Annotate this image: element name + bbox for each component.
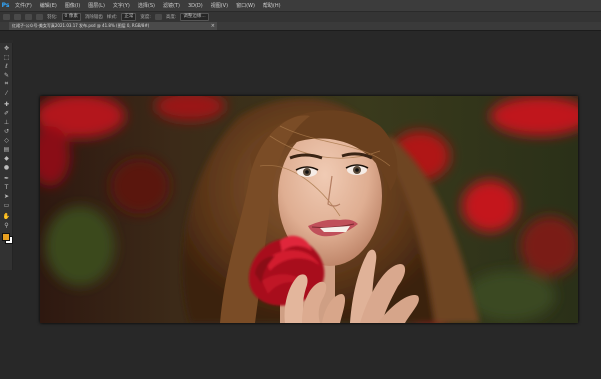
menu-edit[interactable]: 编辑(E) xyxy=(36,2,61,9)
lasso-tool-icon[interactable]: ℓ xyxy=(3,63,10,70)
photoshop-logo-icon: Ps xyxy=(0,0,11,11)
marquee-tool-icon[interactable]: ⬚ xyxy=(3,54,10,61)
type-tool-icon[interactable]: T xyxy=(3,184,10,191)
tool-preset-icon[interactable] xyxy=(3,14,10,20)
menu-3d[interactable]: 3D(D) xyxy=(184,3,207,9)
style-label: 样式: xyxy=(106,15,118,20)
menu-help[interactable]: 帮助(H) xyxy=(259,2,285,9)
close-tab-icon[interactable]: × xyxy=(211,22,215,30)
dodge-tool-icon[interactable]: ● xyxy=(3,164,10,171)
eraser-tool-icon[interactable]: ◇ xyxy=(3,137,10,144)
shape-tool-icon[interactable]: ▭ xyxy=(3,202,10,209)
antialias-checkbox[interactable]: 消除锯齿 xyxy=(85,14,103,20)
menu-window[interactable]: 窗口(W) xyxy=(232,2,259,9)
swap-dimensions-icon[interactable] xyxy=(154,14,162,20)
brush-tool-icon[interactable]: ✐ xyxy=(3,110,10,117)
new-selection-icon[interactable] xyxy=(14,14,21,20)
menu-layer[interactable]: 图层(L) xyxy=(84,2,109,9)
document-canvas[interactable] xyxy=(40,96,578,323)
tools-panel-grip[interactable] xyxy=(0,40,13,43)
history-brush-icon[interactable]: ↺ xyxy=(3,128,10,135)
quick-select-icon[interactable]: ✎ xyxy=(3,72,10,79)
menu-bar: Ps 文件(F) 编辑(E) 图像(I) 图层(L) 文字(Y) 选择(S) 滤… xyxy=(0,0,601,11)
pen-tool-icon[interactable]: ✒ xyxy=(3,175,10,182)
document-tab-title: 红裙子-公众号-美女写真2021.03.17 发布.psd @ 41.8% (图… xyxy=(12,23,150,28)
foreground-color-swatch[interactable] xyxy=(2,233,10,241)
menu-image[interactable]: 图像(I) xyxy=(61,2,84,9)
crop-tool-icon[interactable]: ⌗ xyxy=(3,80,10,87)
add-selection-icon[interactable] xyxy=(25,14,32,20)
zoom-tool-icon[interactable]: ⚲ xyxy=(3,222,10,229)
menu-select[interactable]: 选择(S) xyxy=(134,2,159,9)
clone-stamp-icon[interactable]: ⊥ xyxy=(3,119,10,126)
document-tab-bar: 红裙子-公众号-美女写真2021.03.17 发布.psd @ 41.8% (图… xyxy=(0,22,601,31)
options-bar: 羽化: 0 像素 消除锯齿 样式: 正常 宽度: 高度: 调整边缘... xyxy=(0,11,601,22)
healing-brush-icon[interactable]: ✚ xyxy=(3,101,10,108)
document-tab[interactable]: 红裙子-公众号-美女写真2021.03.17 发布.psd @ 41.8% (图… xyxy=(9,22,217,30)
menu-view[interactable]: 视图(V) xyxy=(207,2,232,9)
hand-tool-icon[interactable]: ✋ xyxy=(3,213,10,220)
tools-panel: ✥ ⬚ ℓ ✎ ⌗ ⁄ ✚ ✐ ⊥ ↺ ◇ ▤ ◆ ● ✒ T ➤ ▭ ✋ ⚲ xyxy=(0,40,13,270)
menu-file[interactable]: 文件(F) xyxy=(11,2,36,9)
refine-edge-button[interactable]: 调整边缘... xyxy=(180,13,209,21)
menu-type[interactable]: 文字(Y) xyxy=(109,2,134,9)
height-label: 高度: xyxy=(165,15,177,20)
style-select[interactable]: 正常 xyxy=(121,13,137,21)
photo-image xyxy=(40,96,578,323)
subtract-selection-icon[interactable] xyxy=(36,14,43,20)
move-tool-icon[interactable]: ✥ xyxy=(3,45,10,52)
menu-filter[interactable]: 滤镜(T) xyxy=(159,2,184,9)
feather-label: 羽化: xyxy=(47,15,58,20)
eyedropper-icon[interactable]: ⁄ xyxy=(3,90,10,97)
feather-input[interactable]: 0 像素 xyxy=(61,13,81,21)
blur-tool-icon[interactable]: ◆ xyxy=(3,155,10,162)
gradient-tool-icon[interactable]: ▤ xyxy=(3,146,10,153)
width-label: 宽度: xyxy=(140,15,151,20)
path-select-icon[interactable]: ➤ xyxy=(3,193,10,200)
